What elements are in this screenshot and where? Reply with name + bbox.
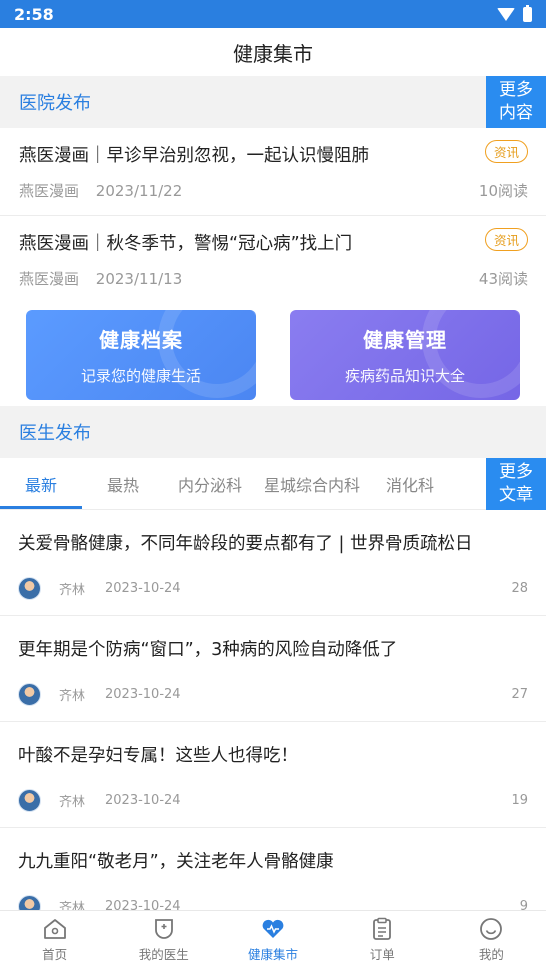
- doctor-icon: [154, 918, 173, 939]
- doctor-avatar: [18, 683, 41, 706]
- doctor-section-title: 医生发布: [19, 423, 91, 444]
- doctor-section-header: 医生发布: [0, 406, 546, 458]
- page-title: 健康集市: [0, 28, 546, 76]
- tab-latest[interactable]: 最新: [0, 458, 82, 509]
- more-articles-line2: 文章: [499, 485, 533, 505]
- more-content-line1: 更多: [499, 80, 533, 100]
- news-title: 燕医漫画｜早诊早治别忽视，一起认识慢阻肺: [19, 146, 369, 166]
- news-tag: 资讯: [484, 228, 528, 251]
- heart-icon: [262, 919, 284, 938]
- article-item[interactable]: 关爱骨骼健康，不同年龄段的要点都有了 | 世界骨质疏松日 齐林 2023-10-…: [0, 510, 546, 616]
- article-list: 关爱骨骼健康，不同年龄段的要点都有了 | 世界骨质疏松日 齐林 2023-10-…: [0, 510, 546, 934]
- tab-general-internal-medicine[interactable]: 星城综合内科: [256, 458, 368, 509]
- nav-home-label: 首页: [42, 946, 68, 962]
- nav-orders-label: 订单: [369, 946, 395, 962]
- article-meta: 齐林 2023-10-24 19: [18, 789, 528, 812]
- status-icons: [497, 4, 532, 22]
- hospital-section-title: 医院发布: [19, 93, 91, 114]
- more-articles-button[interactable]: 更多 文章: [486, 458, 546, 510]
- article-author: 齐林: [59, 689, 86, 704]
- news-title: 燕医漫画｜秋冬季节，警惕“冠心病”找上门: [19, 234, 353, 254]
- health-management-title: 健康管理: [363, 328, 447, 352]
- nav-health-market-label: 健康集市: [248, 946, 299, 962]
- status-time: 2:58: [14, 4, 54, 24]
- article-meta: 齐林 2023-10-24 28: [18, 577, 528, 600]
- news-reads: 43阅读: [478, 270, 528, 288]
- news-item[interactable]: 燕医漫画｜秋冬季节，警惕“冠心病”找上门 资讯 燕医漫画 2023/11/13 …: [0, 216, 546, 304]
- tab-endocrinology[interactable]: 内分泌科: [164, 458, 256, 509]
- news-item[interactable]: 燕医漫画｜早诊早治别忽视，一起认识慢阻肺 资讯 燕医漫画 2023/11/22 …: [0, 128, 546, 216]
- tab-hottest[interactable]: 最热: [82, 458, 164, 509]
- article-date: 2023-10-24: [105, 581, 181, 596]
- news-meta: 燕医漫画 2023/11/22 10阅读: [19, 180, 528, 201]
- article-meta: 齐林 2023-10-24 27: [18, 683, 528, 706]
- nav-home[interactable]: 首页: [0, 911, 109, 968]
- article-author: 齐林: [59, 583, 86, 598]
- bottom-nav: 首页 我的医生 健康集市 订单 我的: [0, 910, 546, 968]
- article-date: 2023-10-24: [105, 793, 181, 808]
- news-date: 2023/11/13: [95, 270, 183, 288]
- home-icon: [43, 918, 66, 939]
- article-title: 叶酸不是孕妇专属！这些人也得吃！: [18, 746, 298, 766]
- hospital-section-header: 医院发布 更多 内容: [0, 76, 546, 128]
- health-records-card[interactable]: 健康档案 记录您的健康生活: [26, 310, 256, 400]
- news-tag: 资讯: [484, 140, 528, 163]
- more-articles-line1: 更多: [499, 462, 533, 482]
- article-title: 关爱骨骼健康，不同年龄段的要点都有了 | 世界骨质疏松日: [18, 534, 473, 554]
- article-item[interactable]: 叶酸不是孕妇专属！这些人也得吃！ 齐林 2023-10-24 19: [0, 722, 546, 828]
- doctor-avatar: [18, 789, 41, 812]
- health-management-subtitle: 疾病药品知识大全: [344, 367, 465, 385]
- article-views: 27: [511, 687, 528, 702]
- health-records-title: 健康档案: [99, 328, 183, 352]
- wifi-icon: [497, 7, 515, 21]
- news-source: 燕医漫画: [19, 270, 80, 288]
- more-content-line2: 内容: [499, 103, 533, 123]
- news-source: 燕医漫画: [19, 182, 80, 200]
- tab-gastroenterology[interactable]: 消化科: [368, 458, 452, 509]
- nav-mine[interactable]: 我的: [437, 911, 546, 968]
- battery-icon: [523, 4, 532, 22]
- nav-my-doctor-label: 我的医生: [138, 946, 189, 962]
- article-views: 19: [511, 793, 528, 808]
- article-tabs: 最新 最热 内分泌科 星城综合内科 消化科 更多 文章: [0, 458, 546, 510]
- more-content-button[interactable]: 更多 内容: [486, 76, 546, 128]
- news-date: 2023/11/22: [95, 182, 183, 200]
- status-bar: 2:58: [0, 0, 546, 28]
- smile-icon: [480, 917, 503, 940]
- clipboard-icon: [373, 917, 392, 940]
- article-views: 28: [511, 581, 528, 596]
- nav-health-market[interactable]: 健康集市: [218, 911, 327, 968]
- nav-my-doctor[interactable]: 我的医生: [109, 911, 218, 968]
- article-date: 2023-10-24: [105, 687, 181, 702]
- health-records-subtitle: 记录您的健康生活: [80, 367, 201, 385]
- page: 2:58 健康集市 医院发布 更多 内容 燕医漫画｜早诊早治别忽视，一起认识慢阻…: [0, 0, 546, 968]
- doctor-avatar: [18, 577, 41, 600]
- article-author: 齐林: [59, 795, 86, 810]
- feature-cards: 健康档案 记录您的健康生活 健康管理 疾病药品知识大全: [0, 304, 546, 406]
- article-title: 九九重阳“敬老月”，关注老年人骨骼健康: [18, 852, 334, 872]
- nav-orders[interactable]: 订单: [328, 911, 437, 968]
- article-item[interactable]: 更年期是个防病“窗口”，3种病的风险自动降低了 齐林 2023-10-24 27: [0, 616, 546, 722]
- article-title: 更年期是个防病“窗口”，3种病的风险自动降低了: [18, 640, 398, 660]
- hospital-news-list: 燕医漫画｜早诊早治别忽视，一起认识慢阻肺 资讯 燕医漫画 2023/11/22 …: [0, 128, 546, 304]
- nav-mine-label: 我的: [478, 946, 504, 962]
- news-reads: 10阅读: [478, 182, 528, 200]
- news-meta: 燕医漫画 2023/11/13 43阅读: [19, 268, 528, 289]
- health-management-card[interactable]: 健康管理 疾病药品知识大全: [290, 310, 520, 400]
